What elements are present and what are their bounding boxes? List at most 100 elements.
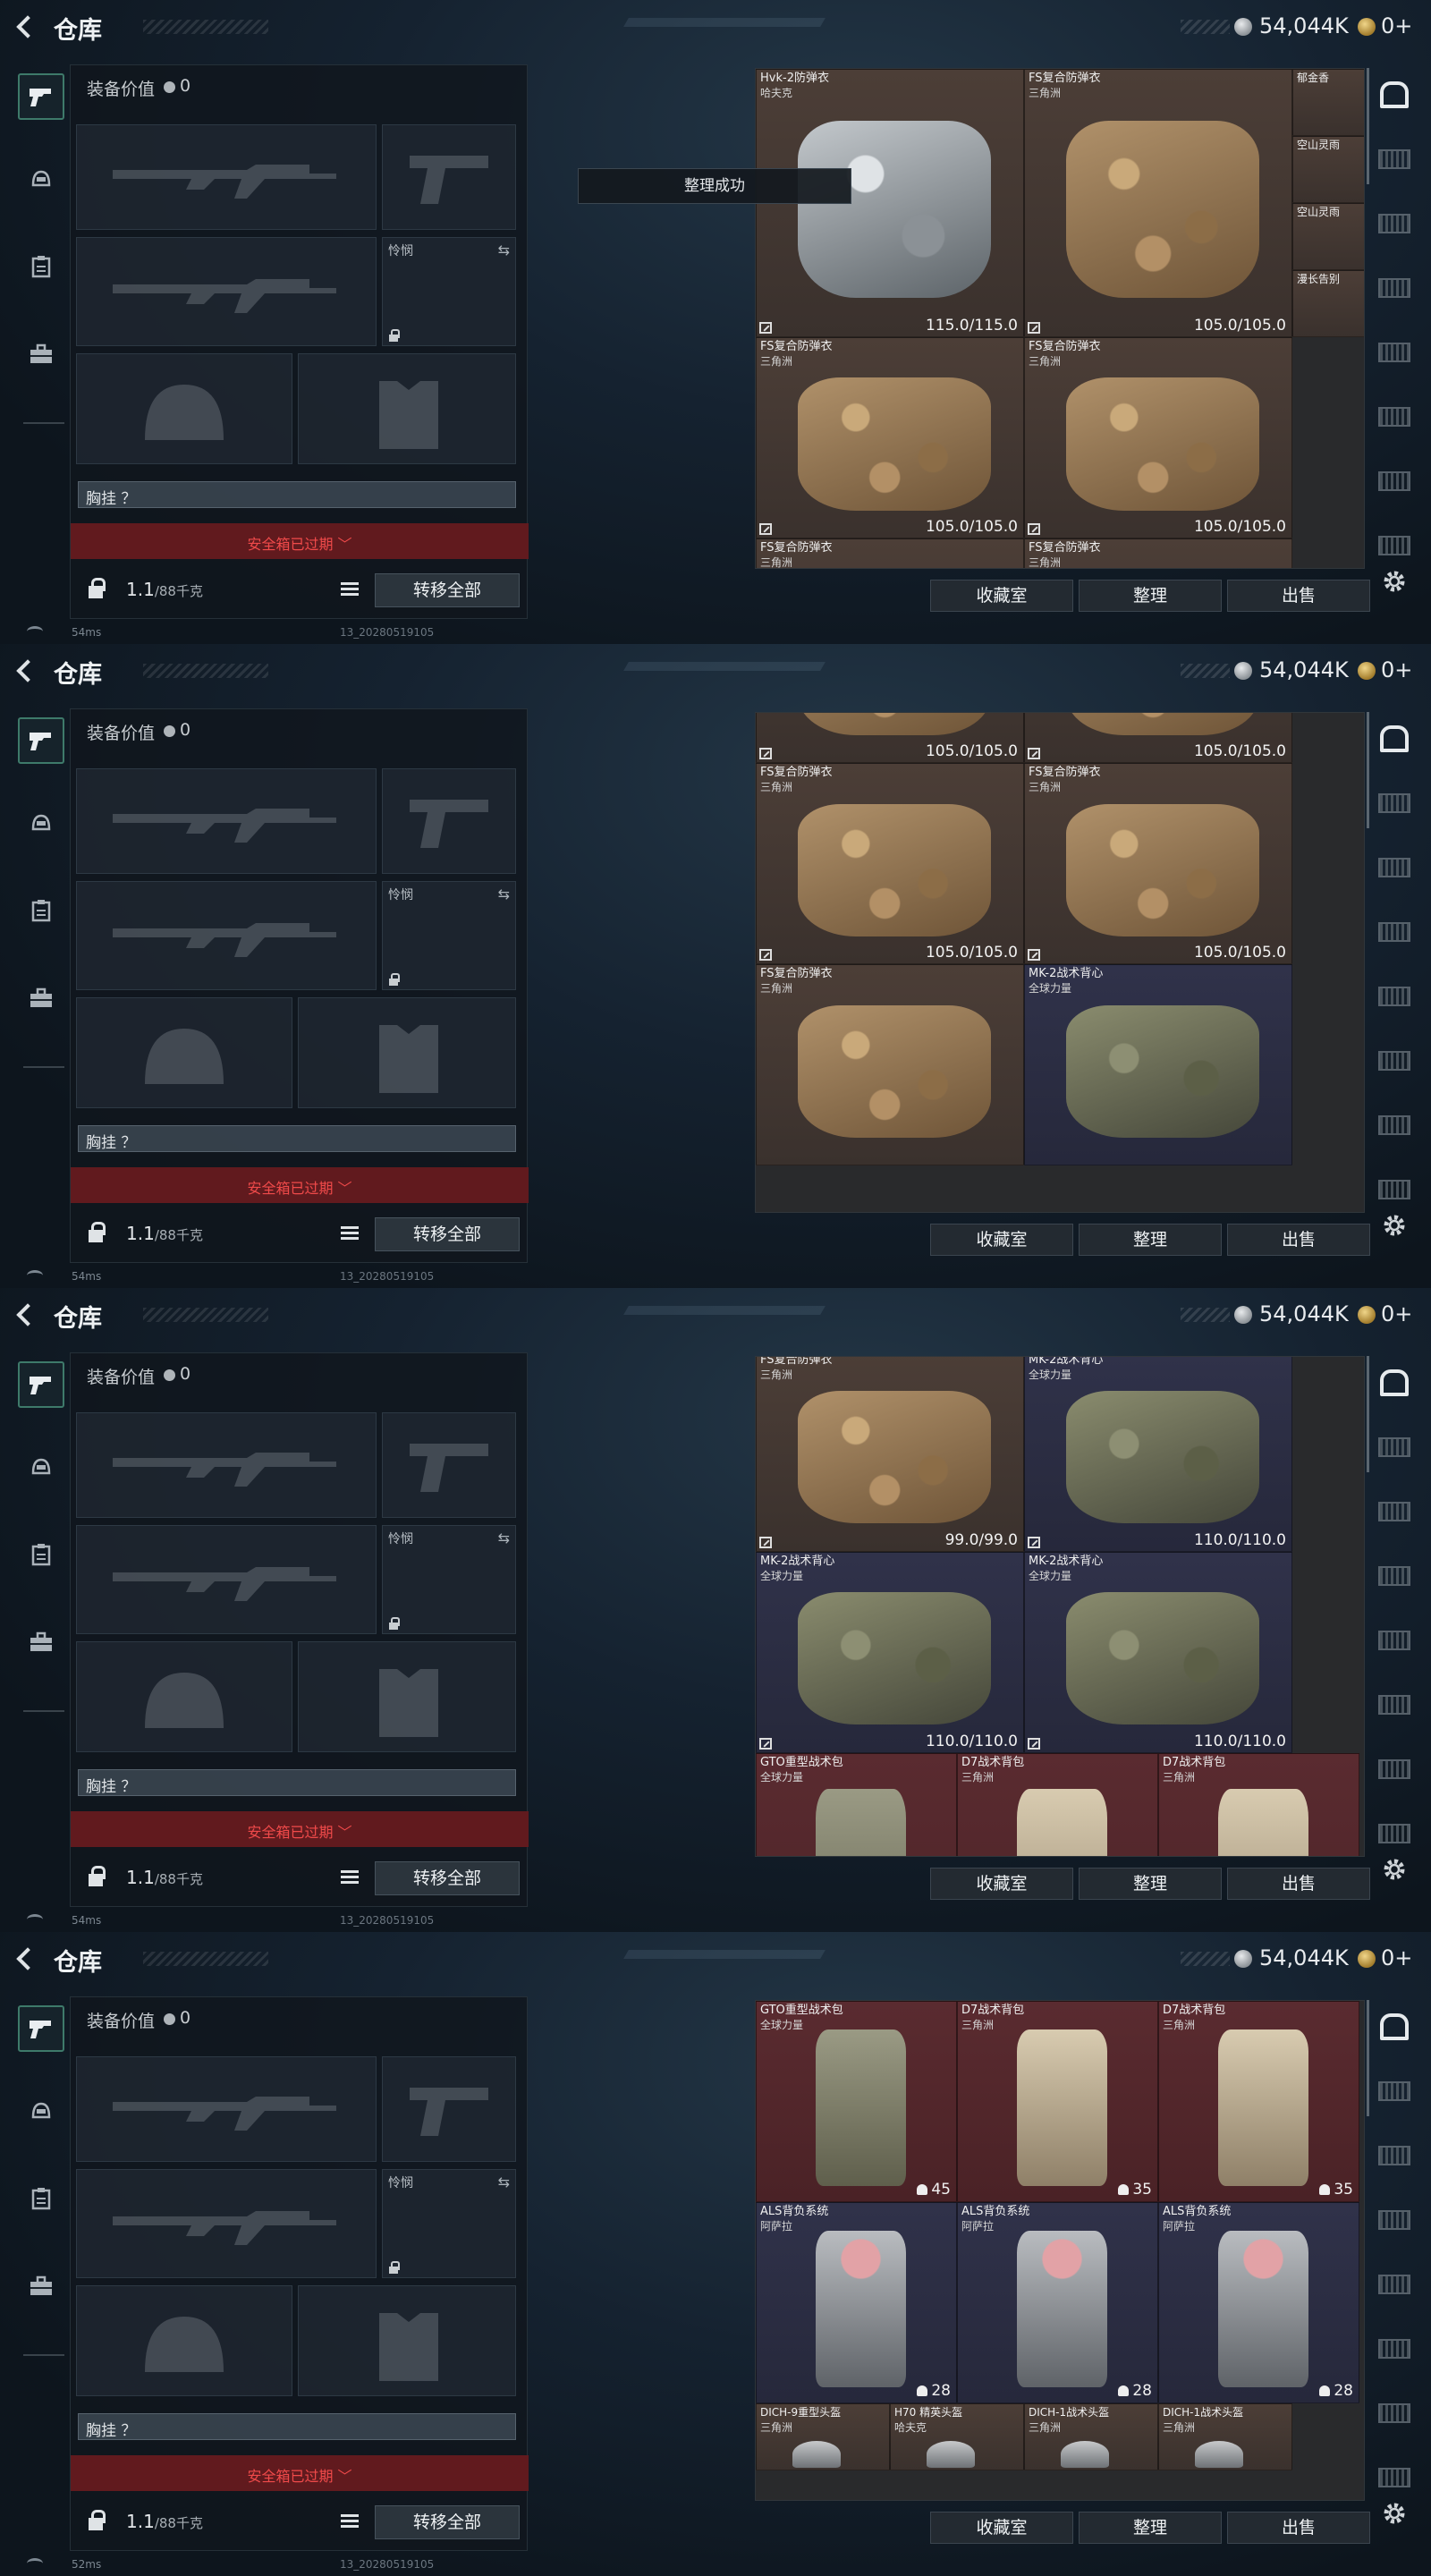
case-tab[interactable]	[1376, 206, 1413, 242]
case-tab[interactable]	[1376, 1687, 1413, 1723]
gear-icon[interactable]	[1382, 2501, 1407, 2526]
sell-button[interactable]: 出售	[1227, 2512, 1370, 2544]
nav-item-gear[interactable]	[18, 1444, 64, 1490]
chest-rig-slot[interactable]: 胸挂 ？	[78, 2413, 516, 2440]
case-tab[interactable]	[1376, 1558, 1413, 1594]
swap-icon[interactable]: ⇆	[498, 886, 510, 902]
stash-scrollbar[interactable]	[1367, 1356, 1369, 1472]
stash-item[interactable]: 郁金香	[1292, 69, 1364, 136]
nav-item-cases[interactable]	[18, 2263, 64, 2309]
case-tab[interactable]	[1376, 2395, 1413, 2431]
nav-item-gear[interactable]	[18, 156, 64, 202]
pistol-slot[interactable]	[382, 768, 516, 874]
nav-item-containers[interactable]	[18, 2175, 64, 2222]
case-tab[interactable]	[1376, 528, 1413, 564]
list-icon[interactable]	[341, 1226, 359, 1241]
pistol-slot[interactable]	[382, 2056, 516, 2162]
sort-button[interactable]: 整理	[1079, 1868, 1222, 1900]
stash-item[interactable]: MK-2战术背心 全球力量	[1024, 964, 1292, 1166]
gear-icon[interactable]	[1382, 1213, 1407, 1238]
chevron-left-icon[interactable]	[14, 1301, 39, 1327]
stash-item[interactable]: D7战术背包 三角洲	[1158, 1752, 1359, 1856]
stash-item[interactable]: MK-2战术背心 全球力量 110.0/110.0	[1024, 1551, 1292, 1753]
favorites-button[interactable]: 收藏室	[930, 2512, 1073, 2544]
pistol-slot[interactable]	[382, 124, 516, 230]
stash-item[interactable]: D7战术背包 三角洲	[957, 1752, 1158, 1856]
stash-item[interactable]: FS复合防弹衣 三角洲 105.0/105.0	[1024, 763, 1292, 965]
case-tab[interactable]	[1376, 2073, 1413, 2109]
stash-tab[interactable]	[1376, 721, 1413, 757]
stash-item[interactable]: ALS背负系统 阿萨拉 28	[756, 2202, 957, 2403]
nav-item-weapons[interactable]	[18, 73, 64, 120]
stash-item[interactable]: MK-2战术背心 全球力量 110.0/110.0	[756, 1551, 1024, 1753]
stash-item[interactable]: ALS背负系统 阿萨拉 28	[957, 2202, 1158, 2403]
case-tab[interactable]	[1376, 270, 1413, 306]
gear-icon[interactable]	[1382, 1857, 1407, 1882]
nav-item-gear[interactable]	[18, 800, 64, 846]
safe-box-expired-banner[interactable]: 安全箱已过期 ﹀	[71, 1167, 529, 1203]
case-tab[interactable]	[1376, 2460, 1413, 2496]
stash-item[interactable]: 空山灵雨	[1292, 136, 1364, 203]
safe-box-expired-banner[interactable]: 安全箱已过期 ﹀	[71, 1811, 529, 1847]
transfer-all-button[interactable]: 转移全部	[375, 1861, 520, 1895]
nav-item-weapons[interactable]	[18, 1361, 64, 1408]
stash-item[interactable]: FS复合防弹衣 三角洲	[1024, 538, 1292, 568]
case-tab[interactable]	[1376, 399, 1413, 435]
case-tab[interactable]	[1376, 850, 1413, 886]
nav-item-weapons[interactable]	[18, 2005, 64, 2052]
case-tab[interactable]	[1376, 141, 1413, 177]
stash-item[interactable]: 空山灵雨	[1292, 203, 1364, 270]
stash-item[interactable]: FS复合防弹衣 三角洲 105.0/105.0	[1024, 69, 1292, 337]
melee-slot[interactable]: 怜悯 ⇆	[382, 881, 516, 990]
case-tab[interactable]	[1376, 1494, 1413, 1530]
case-tab[interactable]	[1376, 1107, 1413, 1143]
stash-item[interactable]: FS复合防弹衣 三角洲 105.0/105.0	[1024, 337, 1292, 538]
stash-item[interactable]: D7战术背包 三角洲 35	[1158, 2001, 1359, 2202]
sell-button[interactable]: 出售	[1227, 1868, 1370, 1900]
swap-icon[interactable]: ⇆	[498, 1530, 510, 1546]
nav-item-cases[interactable]	[18, 1619, 64, 1665]
swap-icon[interactable]: ⇆	[498, 242, 510, 258]
secondary-weapon-slot[interactable]	[76, 2169, 377, 2278]
stash-item[interactable]: DICH-1战术头盔 三角洲	[1158, 2403, 1292, 2470]
transfer-all-button[interactable]: 转移全部	[375, 2505, 520, 2539]
favorites-button[interactable]: 收藏室	[930, 1224, 1073, 1256]
melee-slot[interactable]: 怜悯 ⇆	[382, 1525, 516, 1634]
chevron-left-icon[interactable]	[14, 1945, 39, 1971]
primary-weapon-slot[interactable]	[76, 768, 377, 874]
case-tab[interactable]	[1376, 1751, 1413, 1787]
stash-tab[interactable]	[1376, 77, 1413, 113]
stash-grid[interactable]: 110.0/110.0110.0/110.0GTO重型战术包全球力量45D7战术…	[755, 2000, 1365, 2501]
stash-grid[interactable]: 105.0/105.0 105.0/105.0 FS复合防弹衣 三角洲 105.0/10…	[755, 712, 1365, 1213]
stash-item[interactable]: 漫长告别	[1292, 270, 1364, 337]
safe-box-expired-banner[interactable]: 安全箱已过期 ﹀	[71, 523, 529, 559]
nav-item-weapons[interactable]	[18, 717, 64, 764]
case-tab[interactable]	[1376, 2331, 1413, 2367]
sort-button[interactable]: 整理	[1079, 2512, 1222, 2544]
armor-slot[interactable]	[298, 2285, 516, 2396]
helmet-slot[interactable]	[76, 2285, 292, 2396]
favorites-button[interactable]: 收藏室	[930, 1868, 1073, 1900]
sort-button[interactable]: 整理	[1079, 1224, 1222, 1256]
nav-item-containers[interactable]	[18, 887, 64, 934]
transfer-all-button[interactable]: 转移全部	[375, 573, 520, 607]
stash-item[interactable]: H70 精英头盔 哈夫克	[890, 2403, 1024, 2470]
swap-icon[interactable]: ⇆	[498, 2174, 510, 2190]
stash-item[interactable]: FS复合防弹衣 三角洲 105.0/105.0	[756, 337, 1024, 538]
case-tab[interactable]	[1376, 2267, 1413, 2302]
chevron-left-icon[interactable]	[14, 13, 39, 39]
primary-weapon-slot[interactable]	[76, 1412, 377, 1518]
gear-icon[interactable]	[1382, 569, 1407, 594]
sell-button[interactable]: 出售	[1227, 580, 1370, 612]
secondary-weapon-slot[interactable]	[76, 881, 377, 990]
case-tab[interactable]	[1376, 1623, 1413, 1658]
stash-item[interactable]: FS复合防弹衣 三角洲 99.0/99.0	[756, 1357, 1024, 1552]
stash-item[interactable]: DICH-1战术头盔 三角洲	[1024, 2403, 1158, 2470]
helmet-slot[interactable]	[76, 997, 292, 1108]
case-tab[interactable]	[1376, 335, 1413, 370]
stash-scrollbar[interactable]	[1367, 2000, 1369, 2116]
sort-button[interactable]: 整理	[1079, 580, 1222, 612]
helmet-slot[interactable]	[76, 353, 292, 464]
chest-rig-slot[interactable]: 胸挂 ？	[78, 481, 516, 508]
stash-item[interactable]: FS复合防弹衣 三角洲 105.0/105.0	[756, 763, 1024, 965]
